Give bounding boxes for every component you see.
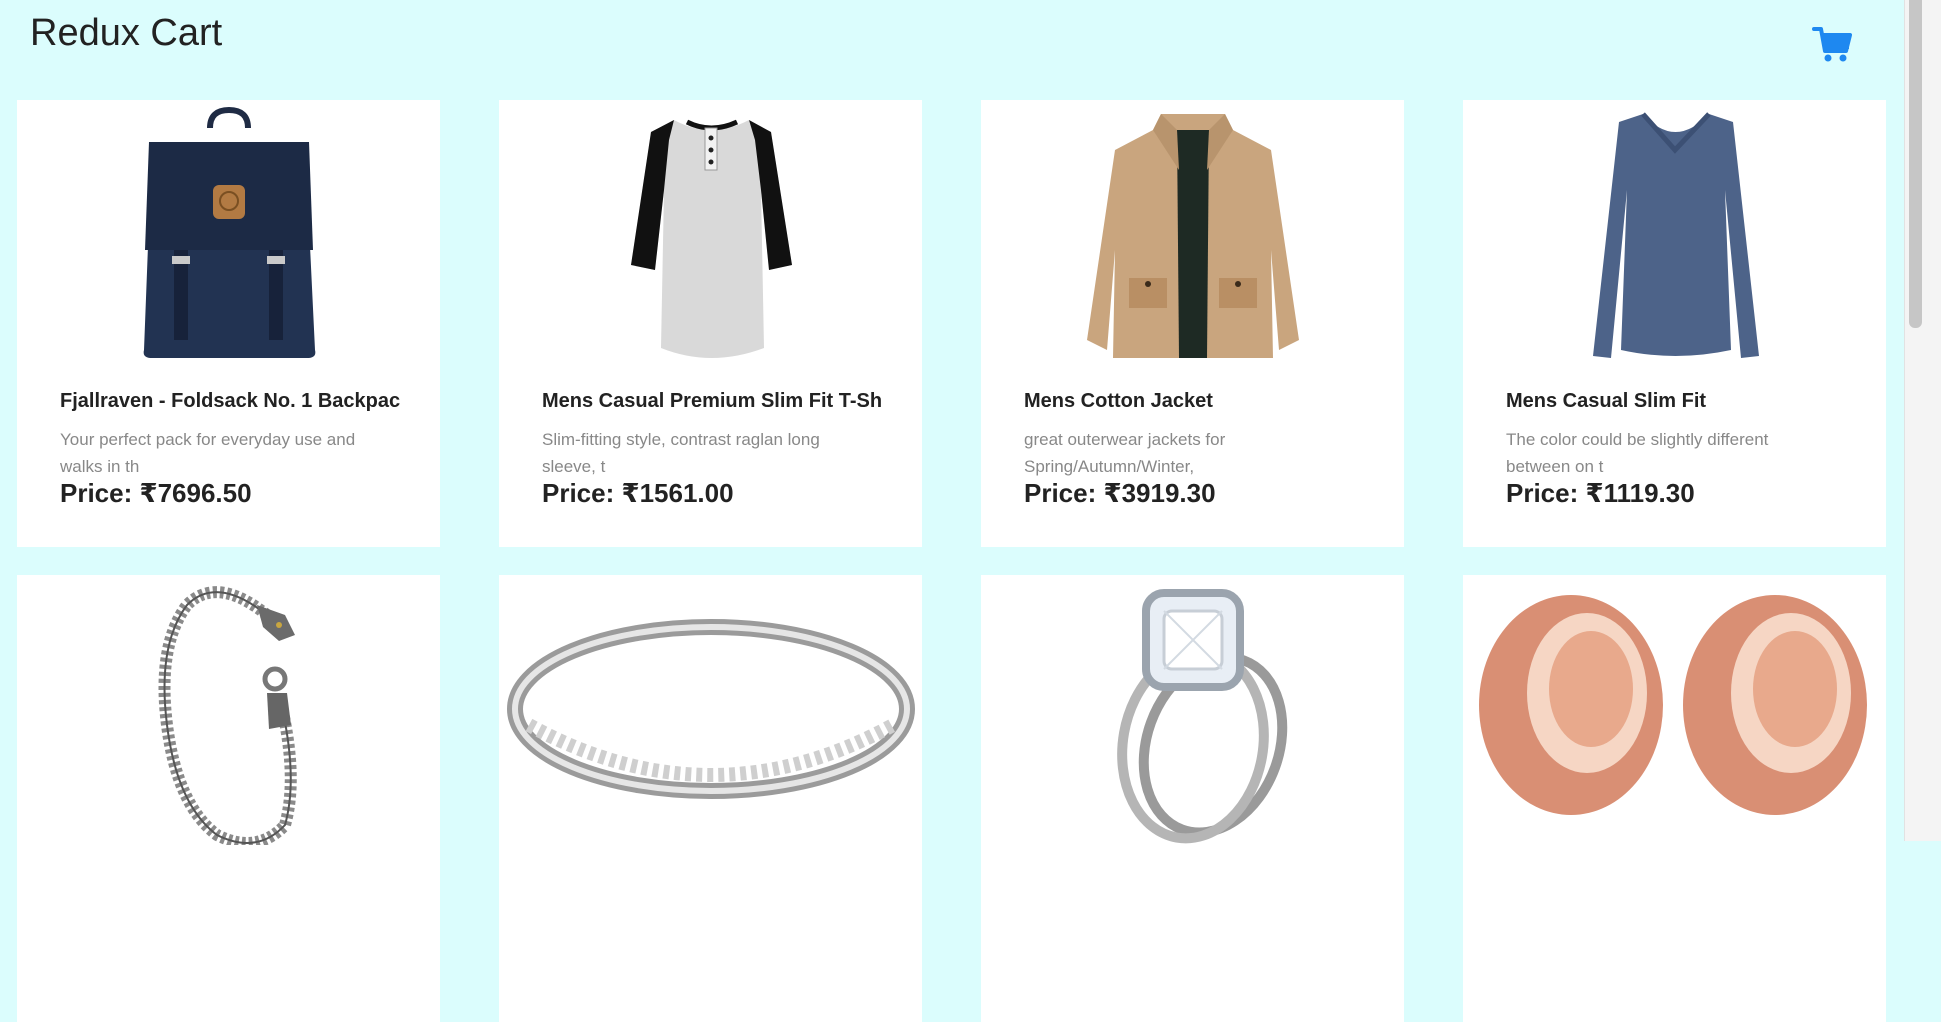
product-grid: Fjallraven - Foldsack No. 1 Backpac... Y… bbox=[17, 100, 1886, 1022]
product-description: The color could be slightly different be… bbox=[1506, 430, 1769, 476]
diamond-ring-image bbox=[1117, 589, 1288, 844]
product-price: Price: ₹3919.30 bbox=[1024, 478, 1216, 508]
product-name: Mens Casual Premium Slim Fit T-Sh... bbox=[542, 390, 882, 412]
rose-gold-plugs-image bbox=[1479, 595, 1867, 815]
product-name: Fjallraven - Foldsack No. 1 Backpac... bbox=[60, 390, 400, 412]
product-card[interactable] bbox=[981, 575, 1404, 1022]
scrollbar-thumb[interactable] bbox=[1909, 0, 1922, 328]
cotton-jacket-image bbox=[1087, 114, 1299, 358]
dragon-bracelet-image bbox=[158, 586, 297, 845]
product-description: Slim-fitting style, contrast raglan long… bbox=[542, 430, 820, 476]
cart-button[interactable] bbox=[1812, 24, 1856, 64]
product-name: Mens Cotton Jacket bbox=[1024, 390, 1213, 412]
product-card[interactable] bbox=[17, 575, 440, 1022]
long-sleeve-shirt-image bbox=[1593, 112, 1759, 358]
silver-ring-image bbox=[507, 619, 915, 799]
product-description: great outerwear jackets for Spring/Autum… bbox=[1024, 430, 1226, 476]
product-card[interactable]: Mens Casual Premium Slim Fit T-Sh... Sli… bbox=[499, 100, 922, 547]
app: Redux Cart Fjallraven - Foldsack No. 1 B… bbox=[0, 0, 1904, 1022]
product-price: Price: ₹7696.50 bbox=[60, 478, 252, 508]
page-title: Redux Cart bbox=[30, 12, 223, 54]
product-name: Mens Casual Slim Fit bbox=[1506, 390, 1707, 412]
shopping-cart-icon bbox=[1812, 27, 1852, 62]
product-description: Your perfect pack for everyday use and w… bbox=[60, 430, 356, 476]
product-card[interactable]: Mens Casual Slim Fit The color could be … bbox=[1463, 100, 1886, 547]
raglan-tshirt-image bbox=[631, 119, 792, 358]
product-card[interactable] bbox=[499, 575, 922, 1022]
product-card[interactable]: Mens Cotton Jacket great outerwear jacke… bbox=[981, 100, 1404, 547]
product-card[interactable] bbox=[1463, 575, 1886, 1022]
product-price: Price: ₹1561.00 bbox=[542, 478, 734, 508]
backpack-image bbox=[143, 106, 316, 358]
vertical-scrollbar[interactable] bbox=[1904, 0, 1941, 841]
browser-side-strip bbox=[1927, 0, 1941, 841]
product-price: Price: ₹1119.30 bbox=[1506, 478, 1695, 508]
product-card[interactable]: Fjallraven - Foldsack No. 1 Backpac... Y… bbox=[17, 100, 440, 547]
